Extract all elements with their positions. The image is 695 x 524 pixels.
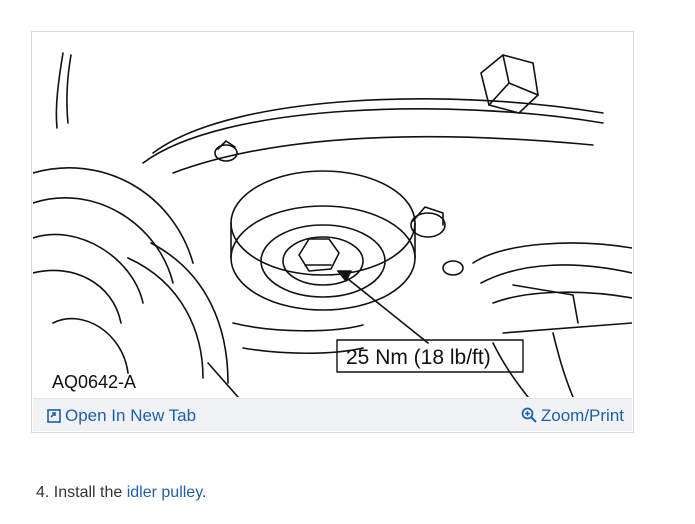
diagram-svg: 25 Nm (18 lb/ft) AQ0642-A [33, 52, 632, 397]
step-suffix: . [202, 484, 207, 501]
step-prefix: 4. Install the [36, 484, 127, 501]
instruction-step: 4. Install the idler pulley. [36, 484, 206, 502]
idler-pulley-diagram[interactable]: 25 Nm (18 lb/ft) AQ0642-A [33, 33, 632, 397]
image-toolbar: Open In New Tab Zoom/Print [33, 398, 632, 431]
figure-card: 25 Nm (18 lb/ft) AQ0642-A Open In New Ta… [31, 31, 634, 433]
open-in-new-tab-link[interactable]: Open In New Tab [47, 406, 196, 428]
zoom-print-link[interactable]: Zoom/Print [521, 406, 624, 428]
open-external-icon [47, 408, 61, 428]
figure-code-label: AQ0642-A [52, 372, 136, 392]
open-in-new-tab-label: Open In New Tab [65, 406, 197, 425]
zoom-print-label: Zoom/Print [540, 406, 624, 425]
idler-pulley-link[interactable]: idler pulley [127, 484, 202, 501]
magnifier-plus-icon [521, 407, 537, 428]
torque-callout-text: 25 Nm (18 lb/ft) [346, 346, 491, 369]
